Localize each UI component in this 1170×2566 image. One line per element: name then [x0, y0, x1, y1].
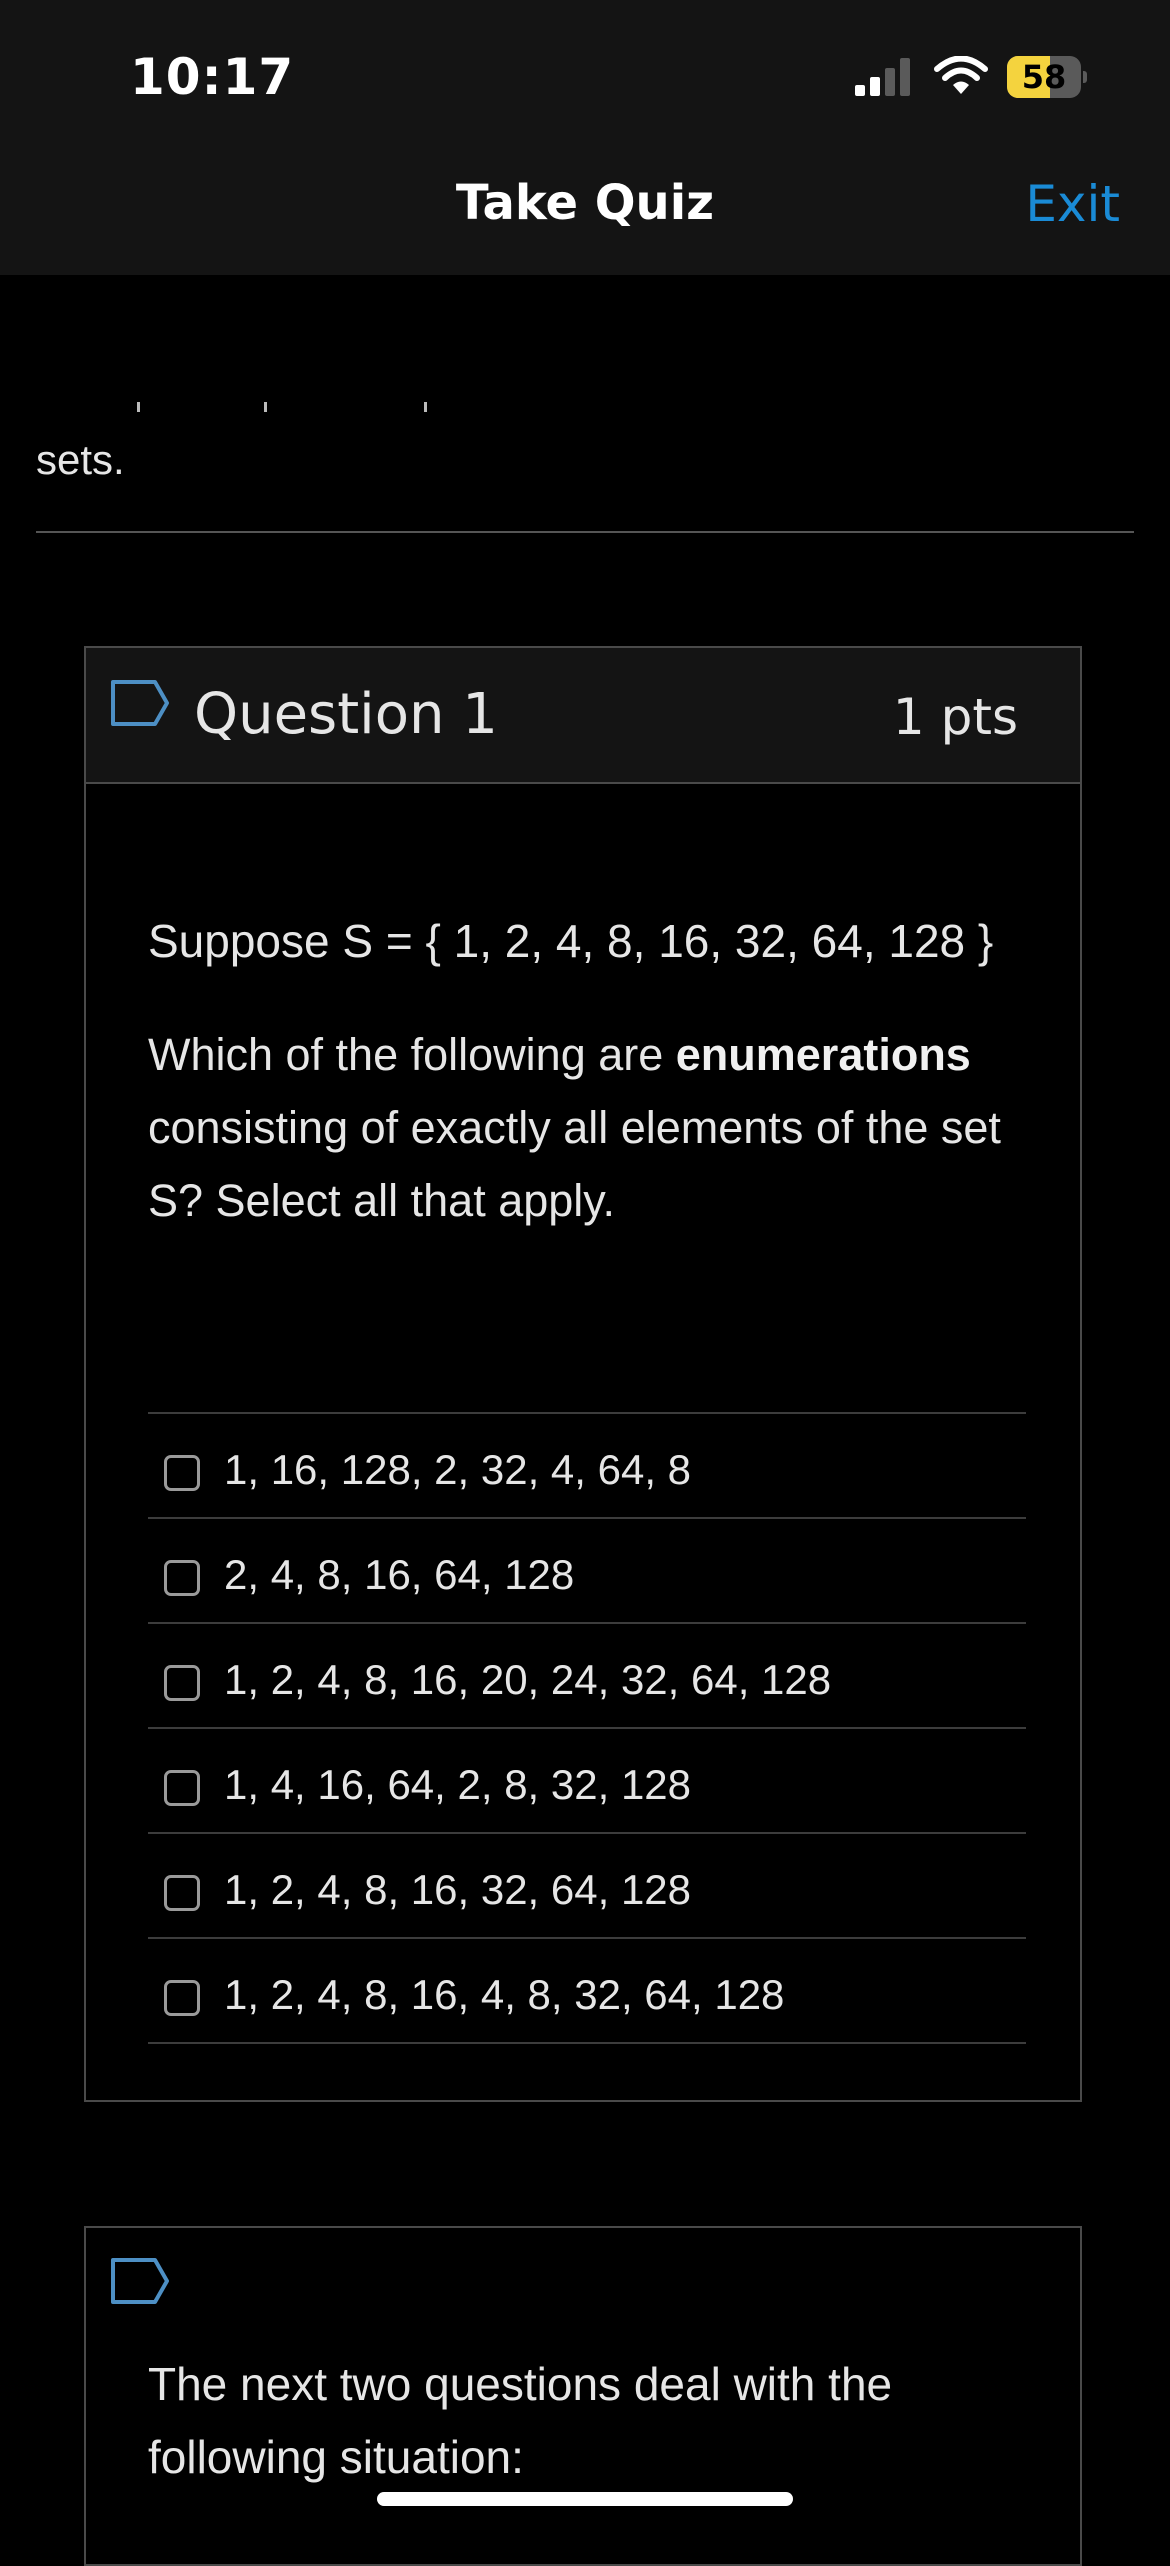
- intro-text: sets.: [36, 436, 125, 483]
- next-question-text: The next two questions deal with the fol…: [148, 2358, 893, 2483]
- question-title: Question 1: [194, 682, 498, 747]
- clipped-text-fragment: [264, 402, 267, 412]
- question-header: Question 1 1 pts: [86, 648, 1080, 784]
- answer-checkbox[interactable]: [164, 1560, 200, 1596]
- question-card: Question 1 1 pts Suppose S = { 1, 2, 4, …: [84, 646, 1082, 2102]
- wifi-icon: [934, 56, 988, 94]
- answer-option[interactable]: 1, 2, 4, 8, 16, 20, 24, 32, 64, 128: [148, 1624, 1026, 1729]
- flag-question-icon[interactable]: [110, 2256, 170, 2306]
- question-prompt: Which of the following are enumerations …: [148, 1018, 1008, 1237]
- answer-list: 1, 16, 128, 2, 32, 4, 64, 8 2, 4, 8, 16,…: [148, 1412, 1026, 2044]
- question-points: 1 pts: [892, 688, 1018, 746]
- signal-icon: [855, 58, 910, 96]
- answer-option[interactable]: 1, 16, 128, 2, 32, 4, 64, 8: [148, 1414, 1026, 1519]
- answer-option[interactable]: 1, 2, 4, 8, 16, 4, 8, 32, 64, 128: [148, 1939, 1026, 2044]
- battery-body: 58: [1007, 56, 1081, 98]
- answer-checkbox[interactable]: [164, 1875, 200, 1911]
- answer-checkbox[interactable]: [164, 1665, 200, 1701]
- clipped-text-fragment: [424, 402, 427, 412]
- answer-checkbox[interactable]: [164, 1980, 200, 2016]
- page-title: Take Quiz: [455, 175, 715, 231]
- prompt-text: consisting of exactly all elements of th…: [148, 1102, 1001, 1226]
- answer-label: 2, 4, 8, 16, 64, 128: [224, 1551, 575, 1598]
- battery-nub: [1083, 71, 1087, 83]
- answer-option[interactable]: 1, 4, 16, 64, 2, 8, 32, 128: [148, 1729, 1026, 1834]
- status-time: 10:17: [130, 48, 295, 106]
- answer-option[interactable]: 2, 4, 8, 16, 64, 128: [148, 1519, 1026, 1624]
- divider: [36, 531, 1134, 533]
- flag-question-icon[interactable]: [110, 678, 170, 728]
- next-question-card: The next two questions deal with the fol…: [84, 2226, 1082, 2566]
- nav-bar: Take Quiz Exit: [0, 145, 1170, 275]
- answer-label: 1, 2, 4, 8, 16, 20, 24, 32, 64, 128: [224, 1656, 832, 1703]
- home-indicator[interactable]: [377, 2492, 793, 2506]
- prompt-emphasis: enumerations: [675, 1029, 971, 1080]
- question-setup: Suppose S = { 1, 2, 4, 8, 16, 32, 64, 12…: [148, 915, 994, 967]
- answer-label: 1, 2, 4, 8, 16, 4, 8, 32, 64, 128: [224, 1971, 785, 2018]
- answer-label: 1, 4, 16, 64, 2, 8, 32, 128: [224, 1761, 692, 1808]
- exit-button[interactable]: Exit: [1025, 175, 1120, 233]
- clipped-text-fragment: [137, 402, 140, 412]
- prompt-text: Which of the following are: [148, 1029, 676, 1080]
- battery-level: 58: [1021, 58, 1067, 96]
- answer-option[interactable]: 1, 2, 4, 8, 16, 32, 64, 128: [148, 1834, 1026, 1939]
- answer-checkbox[interactable]: [164, 1770, 200, 1806]
- answer-label: 1, 2, 4, 8, 16, 32, 64, 128: [224, 1866, 692, 1913]
- answer-checkbox[interactable]: [164, 1455, 200, 1491]
- battery-icon: 58: [1007, 56, 1087, 98]
- status-bar: 10:17 58: [0, 0, 1170, 145]
- answer-label: 1, 16, 128, 2, 32, 4, 64, 8: [224, 1446, 692, 1493]
